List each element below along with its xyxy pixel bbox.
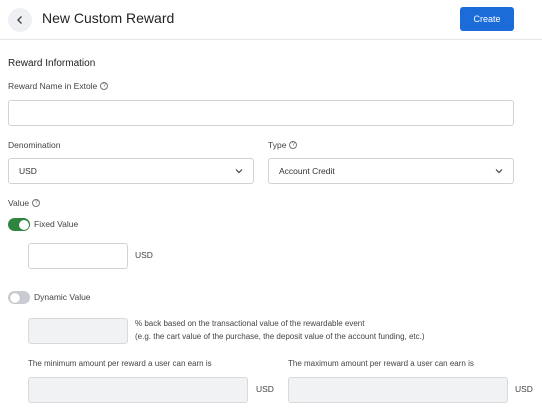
max-amount-input[interactable]: [288, 377, 508, 403]
denomination-label: Denomination: [8, 140, 60, 150]
section-title: Reward Information: [8, 58, 96, 69]
page-header: New Custom Reward Create: [0, 0, 542, 40]
fixed-value-unit: USD: [135, 250, 153, 260]
back-button[interactable]: [8, 8, 32, 32]
type-selected-value: Account Credit: [279, 166, 335, 176]
help-icon[interactable]: ?: [289, 141, 298, 149]
dynamic-value-toggle[interactable]: [8, 291, 30, 304]
dynamic-description-line2: (e.g. the cart value of the purchase, th…: [135, 332, 425, 341]
max-amount-unit: USD: [515, 384, 533, 394]
chevron-left-icon: [17, 16, 22, 24]
min-amount-input[interactable]: [28, 377, 248, 403]
chevron-down-icon: [235, 169, 243, 174]
reward-name-label-text: Reward Name in Extole: [8, 81, 98, 91]
min-amount-unit: USD: [256, 384, 274, 394]
fixed-value-toggle[interactable]: [8, 218, 30, 231]
dynamic-description-line1: % back based on the transactional value …: [135, 319, 365, 328]
value-label: Value ?: [8, 198, 41, 208]
fixed-value-input[interactable]: [28, 243, 128, 269]
page-title: New Custom Reward: [42, 10, 175, 26]
toggle-knob: [18, 219, 29, 230]
denomination-selected-value: USD: [19, 166, 37, 176]
dynamic-percent-input[interactable]: [28, 318, 128, 344]
max-amount-label: The maximum amount per reward a user can…: [288, 359, 474, 368]
dynamic-value-label: Dynamic Value: [34, 292, 91, 302]
reward-name-input[interactable]: [8, 100, 514, 126]
toggle-knob: [9, 292, 20, 303]
denomination-select[interactable]: USD: [8, 158, 254, 184]
type-label-text: Type: [268, 140, 287, 150]
denomination-label-text: Denomination: [8, 140, 61, 150]
type-select[interactable]: Account Credit: [268, 158, 514, 184]
help-icon[interactable]: ?: [100, 82, 109, 90]
help-icon[interactable]: ?: [32, 199, 41, 207]
dynamic-description: % back based on the transactional value …: [135, 317, 425, 343]
reward-name-label: Reward Name in Extole ?: [8, 81, 109, 91]
create-button[interactable]: Create: [460, 7, 514, 31]
value-label-text: Value: [8, 198, 30, 208]
fixed-value-label: Fixed Value: [34, 219, 79, 229]
chevron-down-icon: [495, 169, 503, 174]
type-label: Type ?: [268, 140, 298, 150]
min-amount-label: The minimum amount per reward a user can…: [28, 359, 212, 368]
